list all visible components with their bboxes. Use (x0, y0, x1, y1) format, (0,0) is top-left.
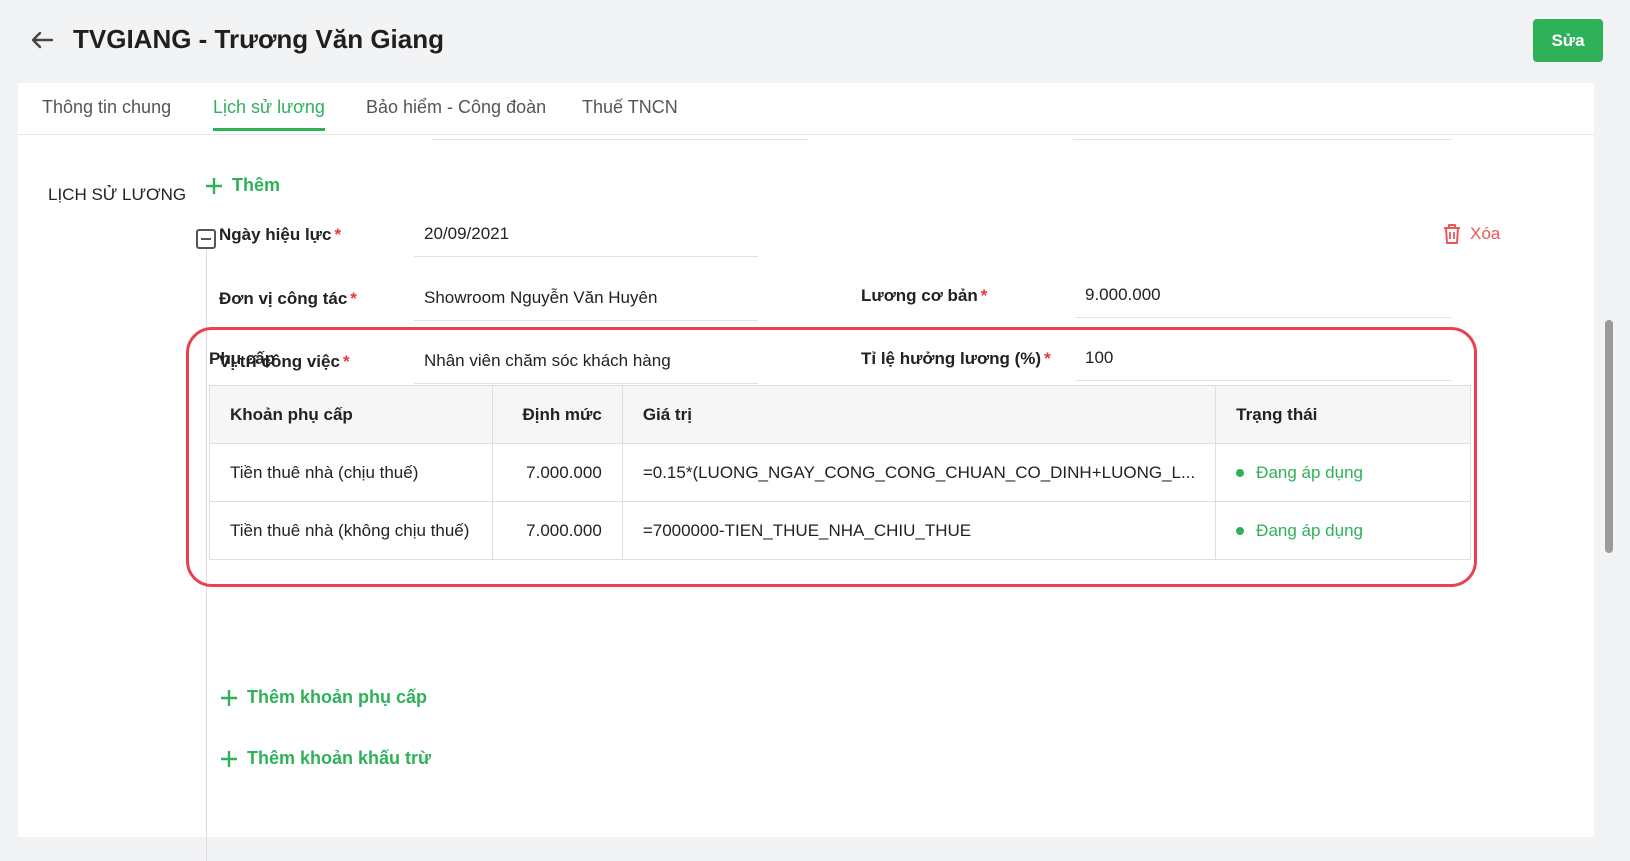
base-salary-field[interactable]: 9.000.000 (1075, 278, 1451, 318)
trash-icon (1444, 224, 1460, 244)
tab-bar: Thông tin chung Lịch sử lương Bảo hiểm -… (18, 83, 1594, 135)
allowance-amount: 7.000.000 (492, 501, 623, 560)
status-dot-icon (1236, 468, 1245, 477)
plus-icon (221, 689, 237, 706)
column-header-norm: Định mức (492, 385, 623, 444)
back-arrow-icon[interactable] (26, 26, 58, 54)
tab-insurance-union[interactable]: Bảo hiểm - Công đoàn (366, 97, 546, 128)
allowance-formula-cell: =0.15*(LUONG_NGAY_CONG_CONG_CHUAN_CO_DIN… (621, 443, 1217, 502)
base-salary-label: Lương cơ bản * (861, 286, 988, 305)
scrollbar-thumb[interactable] (1605, 320, 1613, 553)
effective-date-label: Ngày hiệu lực * (219, 225, 342, 244)
add-deduction-button[interactable]: Thêm khoản khấu trừ (219, 748, 431, 769)
table-row[interactable]: Tiền thuê nhà (chịu thuế) 7.000.000 =0.1… (208, 443, 1471, 502)
allowance-status-cell: Đang áp dụng (1215, 443, 1471, 502)
page-title: TVGIANG - Trương Văn Giang (73, 24, 444, 54)
table-header-row: Khoản phụ cấp Định mức Giá trị Trạng thá… (208, 385, 1471, 444)
collapse-icon[interactable] (196, 229, 216, 249)
delete-label: Xóa (1470, 224, 1501, 243)
tab-general-info[interactable]: Thông tin chung (42, 97, 171, 128)
table-row[interactable]: Tiền thuê nhà (không chịu thuế) 7.000.00… (208, 501, 1471, 560)
divider (1073, 139, 1451, 140)
allowance-amount: 7.000.000 (492, 443, 623, 502)
add-salary-label: Thêm (232, 175, 281, 195)
allowance-status-cell: Đang áp dụng (1215, 501, 1471, 560)
divider (432, 139, 808, 140)
allowance-name: Tiền thuê nhà (không chịu thuế) (208, 501, 494, 560)
work-unit-field[interactable]: Showroom Nguyễn Văn Huyên (414, 281, 758, 321)
column-header-status: Trạng thái (1215, 385, 1471, 444)
work-unit-label: Đơn vị công tác * (219, 289, 357, 308)
allowance-table: Khoản phụ cấp Định mức Giá trị Trạng thá… (208, 385, 1471, 560)
plus-icon (221, 750, 237, 767)
section-title: LỊCH SỬ LƯƠNG (48, 185, 187, 204)
tab-salary-history[interactable]: Lịch sử lương (213, 97, 325, 131)
status-badge: Đang áp dụng (1256, 462, 1363, 482)
status-badge: Đang áp dụng (1256, 520, 1363, 540)
add-deduction-label: Thêm khoản khấu trừ (247, 748, 432, 768)
edit-button[interactable]: Sửa (1533, 19, 1603, 62)
status-dot-icon (1236, 526, 1245, 535)
allowance-formula: =0.15*(LUONG_NGAY_CONG_CONG_CHUAN_CO_DIN… (642, 462, 1196, 482)
add-allowance-button[interactable]: Thêm khoản phụ cấp (219, 687, 427, 708)
top-bar: TVGIANG - Trương Văn Giang Sửa (0, 0, 1630, 82)
add-allowance-label: Thêm khoản phụ cấp (247, 687, 428, 707)
allowance-title: Phụ cấp (209, 349, 276, 368)
plus-icon (206, 177, 222, 194)
allowance-name: Tiền thuê nhà (chịu thuế) (208, 443, 494, 502)
tab-personal-income-tax[interactable]: Thuế TNCN (582, 97, 678, 128)
column-header-value: Giá trị (621, 385, 1217, 444)
add-salary-button[interactable]: Thêm (204, 175, 280, 196)
effective-date-field[interactable]: 20/09/2021 (414, 217, 758, 257)
allowance-formula-cell: =7000000-TIEN_THUE_NHA_CHIU_THUE (621, 501, 1217, 560)
column-header-allowance-item: Khoản phụ cấp (208, 385, 494, 444)
allowance-formula: =7000000-TIEN_THUE_NHA_CHIU_THUE (642, 520, 972, 540)
delete-button[interactable]: Xóa (1442, 223, 1500, 245)
